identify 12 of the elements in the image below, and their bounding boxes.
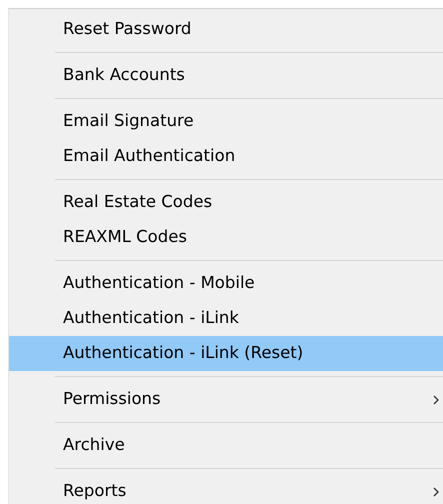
menu-item[interactable]: REAXML Codes xyxy=(9,220,443,255)
menu-item[interactable]: Authentication - Mobile xyxy=(9,266,443,301)
menu-item[interactable]: Reports xyxy=(9,474,443,504)
menu-item[interactable]: Email Signature xyxy=(9,104,443,139)
menu-item[interactable]: Archive xyxy=(9,428,443,463)
menu-item[interactable]: Authentication - iLink (Reset) xyxy=(9,336,443,371)
menu-item[interactable]: Bank Accounts xyxy=(9,58,443,93)
menu-item[interactable]: Authentication - iLink xyxy=(9,301,443,336)
menu-item[interactable]: Real Estate Codes xyxy=(9,185,443,220)
menu-item[interactable]: Email Authentication xyxy=(9,139,443,174)
menu-item[interactable]: Permissions xyxy=(9,382,443,417)
menu-item[interactable]: Reset Password xyxy=(9,12,443,47)
